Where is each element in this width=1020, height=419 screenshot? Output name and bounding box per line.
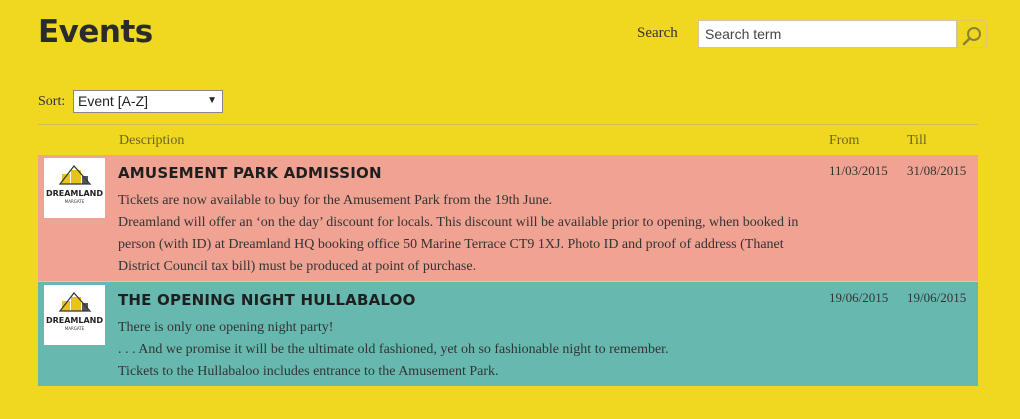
description-line: . . . And we promise it will be the ulti… — [118, 342, 669, 357]
event-from-date: 19/06/2015 — [829, 290, 889, 305]
column-header-till: Till — [907, 133, 927, 148]
event-description: There is only one opening night party! .… — [118, 317, 818, 383]
svg-text:MARGATE: MARGATE — [65, 199, 85, 204]
event-title[interactable]: AMUSEMENT PARK ADMISSION — [118, 164, 382, 182]
dreamland-logo-icon: DREAMLAND MARGATE — [44, 158, 105, 218]
search-input[interactable] — [698, 20, 957, 48]
column-header-description: Description — [119, 133, 185, 148]
search-label: Search — [637, 25, 678, 41]
description-line: Tickets to the Hullabaloo includes entra… — [118, 364, 499, 379]
description-line: District Council tax bill) must be produ… — [118, 259, 477, 274]
magnifier-icon — [962, 26, 981, 45]
event-row: DREAMLAND MARGATE THE OPENING NIGHT HULL… — [38, 282, 978, 386]
divider — [38, 124, 978, 125]
sort-selected-value: Event [A-Z] — [78, 93, 149, 109]
description-line: Tickets are now available to buy for the… — [118, 193, 553, 208]
event-row: DREAMLAND MARGATE AMUSEMENT PARK ADMISSI… — [38, 155, 978, 281]
description-line: Dreamland will offer an ‘on the day’ dis… — [118, 215, 799, 230]
column-header-from: From — [829, 133, 860, 148]
event-title[interactable]: THE OPENING NIGHT HULLABALOO — [118, 291, 416, 309]
sort-label: Sort: — [38, 94, 66, 109]
event-till-date: 31/08/2015 — [907, 163, 967, 178]
event-till-date: 19/06/2015 — [907, 290, 967, 305]
search-button[interactable] — [957, 20, 987, 48]
description-line: person (with ID) at Dreamland HQ booking… — [118, 237, 784, 252]
description-line: There is only one opening night party! — [118, 320, 334, 335]
page-title: Events — [38, 14, 153, 50]
svg-text:DREAMLAND: DREAMLAND — [46, 316, 103, 325]
event-from-date: 11/03/2015 — [829, 163, 888, 178]
sort-select[interactable]: Event [A-Z] ▼ — [73, 90, 223, 113]
event-description: Tickets are now available to buy for the… — [118, 190, 818, 278]
dreamland-logo-icon: DREAMLAND MARGATE — [44, 285, 105, 345]
dropdown-arrow-icon: ▼ — [207, 95, 217, 106]
svg-text:DREAMLAND: DREAMLAND — [46, 189, 103, 198]
svg-text:MARGATE: MARGATE — [65, 326, 85, 331]
